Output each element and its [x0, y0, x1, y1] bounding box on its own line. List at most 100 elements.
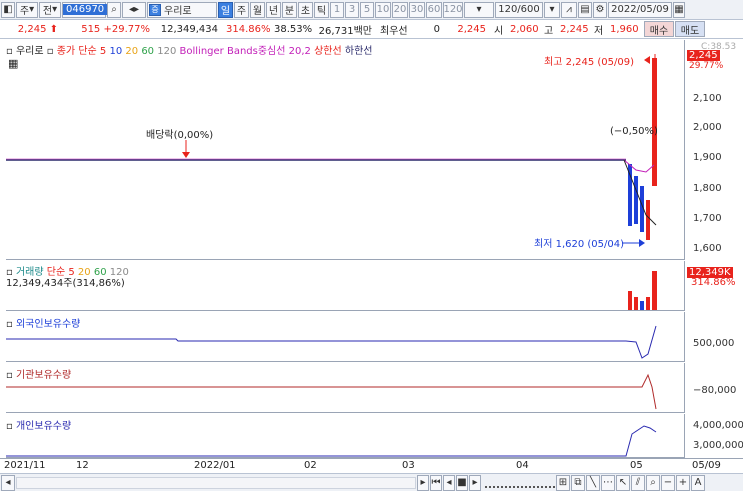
first-page-icon[interactable]: ⏮	[430, 474, 442, 491]
stock-name: 우리로	[164, 6, 192, 17]
current-pct-label: 29.77%	[689, 61, 724, 71]
x-label-2022-01: 2022/01	[194, 460, 236, 471]
y-tick-2000: 2,000	[693, 122, 722, 133]
scope-select[interactable]: 전 ▾	[39, 1, 61, 18]
change-amount: 515 +29.77%	[62, 24, 154, 35]
crosshair-icon[interactable]: ⊞	[556, 474, 570, 491]
high-label: 고	[544, 25, 554, 37]
scope-label: 전	[42, 6, 53, 17]
stop-icon[interactable]: ■	[456, 474, 468, 491]
x-label-03: 03	[402, 460, 415, 471]
search-icon[interactable]: ⌕	[107, 1, 121, 18]
price-chart-svg	[6, 54, 657, 247]
stock-nav-icon[interactable]: ◂▸	[122, 1, 146, 18]
horizontal-scrollbar[interactable]	[16, 476, 416, 489]
dividend-label: 배당락(0,00%)	[146, 130, 214, 141]
period-week-button[interactable]: 주	[234, 1, 249, 18]
vol-bar-5	[652, 271, 657, 310]
x-label-04: 04	[516, 460, 529, 471]
sell-button[interactable]: 매도	[675, 21, 705, 37]
foreign-holdings-pane[interactable]: ▫ 외국인보유수량	[6, 312, 684, 362]
volume-pane[interactable]: ▫ 거래량 단순 5 20 60 120 12,349,434주(314,86%…	[6, 261, 684, 311]
next-icon[interactable]: ▸	[469, 474, 481, 491]
minute-30-button[interactable]: 30	[409, 1, 425, 18]
magnify-icon[interactable]: ⌕	[646, 474, 660, 491]
line-tool-icon[interactable]: ⩘	[561, 1, 577, 18]
low-label: 저	[594, 25, 604, 37]
custom-period-input[interactable]: ▾	[464, 1, 494, 18]
chart-toolbar: ◧ 주 ▾ 전 ▾ 046970 ⌕ ◂▸ 증 우리로 일 주 월 년 분 초 틱 1…	[0, 0, 743, 20]
scroll-right-icon[interactable]: ▸	[417, 474, 429, 491]
calendar-icon[interactable]: ▦	[673, 1, 685, 18]
candle-down-2	[634, 176, 638, 224]
current-price-value: 2,245	[17, 23, 47, 35]
institution-holdings-pane[interactable]: ▫ 기관보유수량	[6, 363, 684, 413]
fib-icon[interactable]: ⋯	[601, 474, 615, 491]
high-value: 2,245	[560, 23, 589, 35]
indiv-tick-3m: 3,000,000	[693, 440, 743, 451]
indiv-svg	[6, 425, 657, 457]
price-pane[interactable]: ▫ 우리로 ▫ 종가 단순 5 10 20 60 120 Bollinger B…	[6, 40, 684, 260]
select-tool-icon[interactable]: ↖	[616, 474, 630, 491]
bottom-bar: ◂ ▸ ⏮ ◂ ■ ▸ ⊞ ⧉ ╲ ⋯ ↖ ⫽ ⌕ − + A	[0, 473, 743, 491]
save-icon[interactable]: ▤	[578, 1, 592, 18]
period-second-button[interactable]: 초	[298, 1, 313, 18]
indiv-y-axis: 4,000,000 3,000,000	[684, 414, 743, 458]
date-field[interactable]: 2022/05/09	[608, 1, 672, 18]
y-tick-2100: 2,100	[693, 93, 722, 104]
period-year-button[interactable]: 년	[266, 1, 281, 18]
zoom-slider[interactable]	[485, 478, 555, 488]
foreign-y-axis: 500,000	[684, 312, 743, 362]
text-tool-icon[interactable]: A	[691, 474, 705, 491]
volume-y-axis: 12,349K 314.86%	[684, 261, 743, 311]
minute-1-button[interactable]: 1	[330, 1, 344, 18]
stock-code-input[interactable]: 046970	[62, 1, 108, 18]
name-badge: 증	[149, 3, 161, 16]
low-annotation: 최저 1,620 (05/04)	[534, 239, 625, 250]
trade-amount: 26,731백만	[318, 25, 372, 37]
minute-5-button[interactable]: 5	[360, 1, 374, 18]
individual-holdings-pane[interactable]: ▫ 개인보유수량	[6, 414, 684, 458]
minute-10-button[interactable]: 10	[375, 1, 391, 18]
minute-3-button[interactable]: 3	[345, 1, 359, 18]
layout-icon[interactable]: ◧	[1, 1, 15, 18]
period-minute-button[interactable]: 분	[282, 1, 297, 18]
turnover-rate: 38.53%	[274, 23, 313, 35]
count-field[interactable]: 120/600	[495, 1, 543, 18]
volume-ratio: 314.86%	[226, 23, 271, 35]
x-label-2021-11: 2021/11	[4, 460, 46, 471]
open-value: 2,060	[510, 23, 539, 35]
y-tick-1900: 1,900	[693, 152, 722, 163]
current-price: 2,245 ⬆	[0, 24, 62, 35]
zoom-in-icon[interactable]: +	[676, 474, 690, 491]
prev-icon[interactable]: ◂	[443, 474, 455, 491]
market-select[interactable]: 주 ▾	[16, 1, 38, 18]
zoom-out-icon[interactable]: −	[661, 474, 675, 491]
period-tick-button[interactable]: 틱	[314, 1, 329, 18]
draw-line-icon[interactable]: ╲	[586, 474, 600, 491]
pin-icon[interactable]: ▾	[544, 1, 560, 18]
settings-gear-icon[interactable]: ⚙	[593, 1, 607, 18]
low-marker-arrow	[639, 239, 645, 247]
indiv-tick-4m: 4,000,000	[693, 420, 743, 431]
x-label-12: 12	[76, 460, 89, 471]
window-icon[interactable]: ⧉	[571, 474, 585, 491]
price-y-axis: C:38.53 2,245 29.77% 2,100 2,000 1,900 1…	[684, 40, 743, 260]
minute-20-button[interactable]: 20	[392, 1, 408, 18]
candle-up-4	[646, 200, 650, 240]
buy-button[interactable]: 매수	[644, 21, 674, 37]
ruler-icon[interactable]: ⫽	[631, 474, 645, 491]
volume-svg	[628, 271, 657, 310]
period-day-button[interactable]: 일	[218, 1, 233, 18]
best-ask-price: 2,245	[457, 23, 486, 35]
low-value: 1,960	[610, 23, 639, 35]
scroll-left-icon[interactable]: ◂	[1, 474, 15, 491]
high-annotation: 최고 2,245 (05/09)	[544, 57, 635, 68]
period-month-button[interactable]: 월	[250, 1, 265, 18]
stock-name-field[interactable]: 증 우리로	[147, 1, 217, 18]
x-label-05: 05	[630, 460, 643, 471]
change-value: 515	[81, 23, 101, 35]
minute-60-button[interactable]: 60	[426, 1, 442, 18]
foreign-svg	[6, 325, 657, 359]
minute-120-button[interactable]: 120	[443, 1, 463, 18]
